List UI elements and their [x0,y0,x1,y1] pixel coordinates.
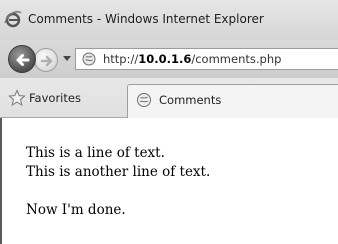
tab-label: Comments [159,93,222,107]
page-favicon-icon [137,93,151,107]
internet-explorer-icon [4,11,22,28]
address-url[interactable]: http://10.0.1.6/comments.php [103,52,281,66]
url-host: 10.0.1.6 [138,52,192,66]
text-line: Now I'm done. [26,202,126,218]
favorites-bar: Favorites Comments [0,78,338,119]
address-bar[interactable]: http://10.0.1.6/comments.php [75,48,338,70]
url-scheme: http:// [103,52,139,66]
back-button[interactable] [8,45,36,73]
text-line: This is a line of text. [26,145,165,161]
page-content: This is a line of text. This is another … [0,118,338,244]
title-bar: Comments - Windows Internet Explorer [0,0,338,40]
url-path: /comments.php [191,52,282,66]
site-favicon-icon [82,52,96,66]
chevron-down-icon[interactable] [63,56,71,61]
favorites-label: Favorites [29,91,81,105]
window-title: Comments - Windows Internet Explorer [28,12,264,26]
navigation-bar: http://10.0.1.6/comments.php [0,40,338,78]
back-arrow-icon [16,54,30,66]
text-line: This is another line of text. [26,164,211,180]
browser-window: Comments - Windows Internet Explorer htt… [0,0,338,244]
tab-comments[interactable]: Comments [127,84,338,119]
forward-arrow-icon [40,55,53,67]
forward-button[interactable] [34,48,58,72]
star-icon [8,89,26,107]
favorites-button[interactable]: Favorites [5,86,126,110]
